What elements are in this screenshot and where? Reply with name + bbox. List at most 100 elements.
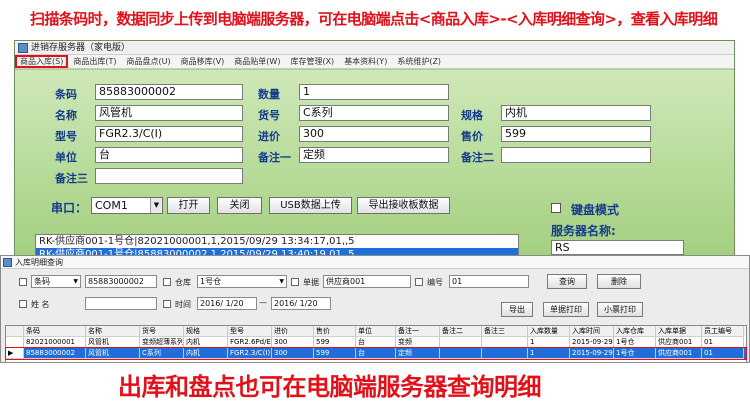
table-cell: C系列 bbox=[140, 348, 184, 359]
order-filter-label: 单据 bbox=[303, 278, 319, 287]
barcode-filter-checkbox[interactable] bbox=[19, 278, 27, 286]
name-filter-label: 姓 名 bbox=[31, 300, 50, 309]
note3-field[interactable] bbox=[95, 168, 243, 184]
table-row-selected[interactable]: ▶ 85883000002 风管机 C系列 内机 FGR2.3/C(I) 300 599 台定频… bbox=[5, 347, 747, 360]
usb-upload-button[interactable]: USB数据上传 bbox=[269, 197, 352, 214]
column-header[interactable]: 备注三 bbox=[482, 326, 528, 337]
column-header[interactable]: 单位 bbox=[356, 326, 396, 337]
unit-label: 单位 bbox=[55, 151, 77, 164]
warehouse-filter-checkbox[interactable] bbox=[163, 278, 171, 286]
menu-stock-manage[interactable]: 库存管理(X) bbox=[285, 55, 339, 68]
column-header[interactable]: 备注一 bbox=[396, 326, 440, 337]
qty-field[interactable]: 1 bbox=[299, 84, 449, 100]
query-button[interactable]: 查询 bbox=[547, 274, 587, 289]
table-cell: 风管机 bbox=[86, 337, 140, 348]
row-indicator-header bbox=[6, 326, 24, 337]
barcode-filter-select[interactable]: 条码 ▼ bbox=[31, 275, 81, 288]
table-cell: 台 bbox=[356, 348, 396, 359]
menu-bar: 商品入库(S) 商品出库(T) 商品盘点(U) 商品移库(V) 商品贴单(W) … bbox=[15, 55, 734, 69]
date-from-picker[interactable]: 2016/ 1/20 bbox=[197, 297, 257, 310]
menu-transfer[interactable]: 商品移库(V) bbox=[176, 55, 230, 68]
column-header[interactable]: 进价 bbox=[272, 326, 314, 337]
column-header[interactable]: 入库数量 bbox=[528, 326, 570, 337]
port-select[interactable]: COM1 ▼ bbox=[91, 197, 163, 214]
table-cell: 82021000001 bbox=[24, 337, 86, 348]
query-window-title: 入库明细查询 bbox=[15, 258, 63, 267]
print-ticket-button[interactable]: 小票打印 bbox=[597, 302, 643, 317]
code-filter-field[interactable]: 01 bbox=[449, 275, 529, 288]
warehouse-filter-value: 1号仓 bbox=[200, 277, 222, 286]
keyboard-mode-checkbox[interactable] bbox=[551, 203, 561, 213]
column-header[interactable]: 入库时间 bbox=[570, 326, 614, 337]
chevron-down-icon[interactable]: ▼ bbox=[279, 276, 284, 287]
server-name-label: 服务器名称: bbox=[551, 224, 616, 238]
column-header[interactable]: 型号 bbox=[228, 326, 272, 337]
time-filter-label: 时间 bbox=[175, 300, 191, 309]
price-field[interactable]: 599 bbox=[501, 126, 651, 142]
note1-field[interactable]: 定频 bbox=[299, 147, 449, 163]
export-button[interactable]: 导出 bbox=[501, 302, 533, 317]
table-row[interactable]: 82021000001 风管机 变频超薄系列 内机 FGR2.6Pd/E 300 599 台变… bbox=[6, 337, 746, 348]
table-cell: 1 bbox=[528, 337, 570, 348]
table-cell: 变频超薄系列 bbox=[140, 337, 184, 348]
spec-field[interactable]: 内机 bbox=[501, 105, 651, 121]
price-label: 售价 bbox=[461, 130, 483, 143]
menu-inventory[interactable]: 商品盘点(U) bbox=[121, 55, 175, 68]
cost-field[interactable]: 300 bbox=[299, 126, 449, 142]
column-header[interactable]: 入库单据 bbox=[656, 326, 702, 337]
close-port-button[interactable]: 关闭 bbox=[217, 197, 262, 214]
name-filter-field[interactable] bbox=[85, 297, 157, 310]
table-cell: 599 bbox=[314, 337, 356, 348]
qty-label: 数量 bbox=[258, 88, 280, 101]
delete-button[interactable]: 删除 bbox=[597, 274, 641, 289]
type-field[interactable]: FGR2.3/C(I) bbox=[95, 126, 243, 142]
barcode-filter-field[interactable]: 85883000002 bbox=[85, 275, 157, 288]
note1-label: 备注一 bbox=[258, 151, 291, 164]
warehouse-filter-label: 仓库 bbox=[175, 278, 191, 287]
unit-field[interactable]: 台 bbox=[95, 147, 243, 163]
column-header[interactable]: 规格 bbox=[184, 326, 228, 337]
table-cell: 内机 bbox=[184, 337, 228, 348]
top-caption: 扫描条码时，数据同步上传到电脑端服务器，可在电脑端点击<商品入库>-<入库明细查… bbox=[30, 10, 718, 28]
column-header[interactable]: 货号 bbox=[140, 326, 184, 337]
export-board-data-button[interactable]: 导出接收板数据 bbox=[357, 197, 450, 214]
table-cell: 01 bbox=[702, 337, 744, 348]
column-header[interactable]: 员工编号 bbox=[702, 326, 744, 337]
time-filter-checkbox[interactable] bbox=[163, 300, 171, 308]
date-to-picker[interactable]: 2016/ 1/20 bbox=[271, 297, 331, 310]
log-row[interactable]: RK-供应商001-1号仓|82021000001,1,2015/09/29 1… bbox=[36, 235, 518, 248]
note2-field[interactable] bbox=[501, 147, 651, 163]
menu-stock-in[interactable]: 商品入库(S) bbox=[15, 55, 69, 68]
server-name-field[interactable]: RS bbox=[551, 240, 684, 255]
chevron-down-icon[interactable]: ▼ bbox=[73, 276, 78, 287]
code-filter-checkbox[interactable] bbox=[415, 278, 423, 286]
order-filter-checkbox[interactable] bbox=[291, 278, 299, 286]
keyboard-mode-label: 键盘模式 bbox=[571, 203, 620, 217]
warehouse-filter-select[interactable]: 1号仓 ▼ bbox=[197, 275, 287, 288]
cost-label: 进价 bbox=[258, 130, 280, 143]
column-header[interactable]: 名称 bbox=[86, 326, 140, 337]
name-field[interactable]: 风管机 bbox=[95, 105, 243, 121]
menu-stock-out[interactable]: 商品出库(T) bbox=[68, 55, 121, 68]
column-header[interactable]: 备注二 bbox=[440, 326, 482, 337]
code-filter-label: 编号 bbox=[427, 278, 443, 287]
model-no-field[interactable]: C系列 bbox=[299, 105, 449, 121]
chevron-down-icon[interactable]: ▼ bbox=[150, 198, 162, 213]
column-header[interactable]: 入库仓库 bbox=[614, 326, 656, 337]
menu-basic-data[interactable]: 基本资料(Y) bbox=[339, 55, 392, 68]
table-cell: 内机 bbox=[184, 348, 228, 359]
menu-system[interactable]: 系统维护(Z) bbox=[392, 55, 446, 68]
results-table: 条码 名称 货号 规格 型号 进价 售价 单位 备注一 备注二 备注三 入库数量 入库时间 入库仓库 入库单… bbox=[5, 325, 747, 362]
open-port-button[interactable]: 打开 bbox=[167, 197, 210, 214]
order-filter-field[interactable]: 供应商001 bbox=[323, 275, 411, 288]
barcode-field[interactable]: 85883000002 bbox=[95, 84, 243, 100]
print-document-button[interactable]: 单据打印 bbox=[543, 302, 589, 317]
column-header[interactable]: 售价 bbox=[314, 326, 356, 337]
row-indicator bbox=[6, 337, 24, 348]
name-label: 名称 bbox=[55, 109, 77, 122]
column-header[interactable]: 条码 bbox=[24, 326, 86, 337]
current-row-arrow-icon: ▶ bbox=[6, 348, 24, 359]
table-cell: 599 bbox=[314, 348, 356, 359]
name-filter-checkbox[interactable] bbox=[19, 300, 27, 308]
menu-labeling[interactable]: 商品贴单(W) bbox=[229, 55, 285, 68]
